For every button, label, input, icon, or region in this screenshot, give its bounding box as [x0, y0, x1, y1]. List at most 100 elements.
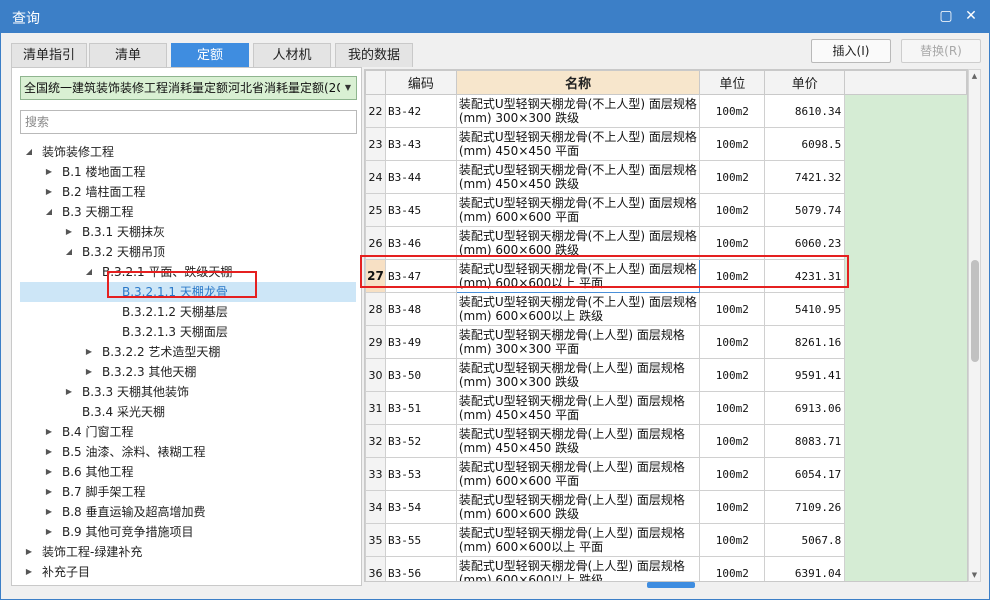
quota-code[interactable]: B3-52	[384, 424, 457, 458]
collapse-arrow-icon[interactable]: ▶	[84, 362, 94, 382]
tree-node[interactable]: ◢ B.3.2 天棚吊顶	[12, 242, 361, 262]
tree-node[interactable]: B.3.4 采光天棚	[12, 402, 361, 422]
quota-name[interactable]: 装配式U型轻钢天棚龙骨(上人型) 面层规格(mm) 300×300 跌级	[455, 358, 701, 392]
tree-node[interactable]: ▶ B.3.3 天棚其他装饰	[12, 382, 361, 402]
tree-node[interactable]: ▶ B.4 门窗工程	[12, 422, 361, 442]
tab-bill-guide[interactable]: 清单指引	[11, 43, 87, 67]
quota-code[interactable]: B3-55	[384, 523, 457, 557]
quota-code[interactable]: B3-50	[384, 358, 457, 392]
row-index[interactable]: 24	[365, 160, 386, 194]
quota-unit[interactable]: 100m2	[699, 391, 766, 425]
table-row[interactable]: 22 B3-42 装配式U型轻钢天棚龙骨(不上人型) 面层规格(mm) 300×30…	[365, 94, 967, 128]
price-column-header[interactable]: 单价	[764, 70, 846, 95]
quota-code[interactable]: B3-56	[384, 556, 457, 581]
quota-unit[interactable]: 100m2	[699, 127, 766, 161]
quota-name[interactable]: 装配式U型轻钢天棚龙骨(上人型) 面层规格(mm) 300×300 平面	[455, 325, 701, 359]
tree-node[interactable]: ▶ B.2 墙柱面工程	[12, 182, 361, 202]
collapse-arrow-icon[interactable]: ▶	[44, 522, 54, 542]
tree-node[interactable]: ▶ 装饰工程-绿建补充	[12, 542, 361, 562]
quota-name[interactable]: 装配式U型轻钢天棚龙骨(上人型) 面层规格(mm) 600×600 跌级	[455, 490, 701, 524]
tree-node[interactable]: ▶ B.7 脚手架工程	[12, 482, 361, 502]
quota-price[interactable]: 5067.8	[764, 523, 846, 557]
quota-library-select[interactable]: 全国统一建筑装饰装修工程消耗量定额河北省消耗量定额(20 ▼	[20, 76, 357, 100]
replace-button[interactable]: 替换(R)	[901, 39, 981, 63]
tab-bill[interactable]: 清单	[89, 43, 167, 67]
quota-price[interactable]: 6913.06	[764, 391, 846, 425]
quota-unit[interactable]: 100m2	[699, 358, 766, 392]
row-index[interactable]: 23	[365, 127, 386, 161]
row-index[interactable]: 36	[365, 556, 386, 581]
scroll-up-icon[interactable]: ▲	[969, 70, 980, 82]
code-column-header[interactable]: 编码	[384, 70, 457, 95]
tree-node[interactable]: B.3.2.1.2 天棚基层	[12, 302, 361, 322]
quota-price[interactable]: 7109.26	[764, 490, 846, 524]
expand-arrow-icon[interactable]: ◢	[84, 262, 94, 282]
close-icon[interactable]: ✕	[961, 6, 981, 26]
table-row[interactable]: 31 B3-51 装配式U型轻钢天棚龙骨(上人型) 面层规格(mm) 450×450…	[365, 391, 967, 425]
row-index[interactable]: 33	[365, 457, 386, 491]
row-index[interactable]: 28	[365, 292, 386, 326]
quota-code[interactable]: B3-44	[384, 160, 457, 194]
quota-name[interactable]: 装配式U型轻钢天棚龙骨(不上人型) 面层规格(mm) 600×600以上 跌级	[455, 292, 701, 326]
quota-name[interactable]: 装配式U型轻钢天棚龙骨(上人型) 面层规格(mm) 600×600 平面	[455, 457, 701, 491]
quota-code[interactable]: B3-54	[384, 490, 457, 524]
quota-price[interactable]: 8261.16	[764, 325, 846, 359]
row-index[interactable]: 32	[365, 424, 386, 458]
tree-node[interactable]: ▶ B.3.1 天棚抹灰	[12, 222, 361, 242]
collapse-arrow-icon[interactable]: ▶	[24, 542, 34, 562]
quota-unit[interactable]: 100m2	[699, 325, 766, 359]
quota-unit[interactable]: 100m2	[699, 556, 766, 581]
table-row[interactable]: 35 B3-55 装配式U型轻钢天棚龙骨(上人型) 面层规格(mm) 600×600…	[365, 523, 967, 557]
quota-name[interactable]: 装配式U型轻钢天棚龙骨(上人型) 面层规格(mm) 600×600以上 跌级	[455, 556, 701, 581]
collapse-arrow-icon[interactable]: ▶	[44, 502, 54, 522]
tree-node[interactable]: ▶ B.3.2.3 其他天棚	[12, 362, 361, 382]
table-row[interactable]: 36 B3-56 装配式U型轻钢天棚龙骨(上人型) 面层规格(mm) 600×600…	[365, 556, 967, 581]
quota-price[interactable]: 6054.17	[764, 457, 846, 491]
collapse-arrow-icon[interactable]: ▶	[84, 342, 94, 362]
quota-name[interactable]: 装配式U型轻钢天棚龙骨(不上人型) 面层规格(mm) 600×600 平面	[455, 193, 701, 227]
chevron-down-icon[interactable]: ▼	[340, 77, 356, 99]
quota-unit[interactable]: 100m2	[699, 457, 766, 491]
quota-code[interactable]: B3-45	[384, 193, 457, 227]
restore-icon[interactable]: ▢	[936, 6, 956, 26]
quota-code[interactable]: B3-51	[384, 391, 457, 425]
scroll-down-icon[interactable]: ▼	[969, 569, 980, 581]
expand-arrow-icon[interactable]: ◢	[24, 142, 34, 162]
quota-unit[interactable]: 100m2	[699, 193, 766, 227]
table-row[interactable]: 33 B3-53 装配式U型轻钢天棚龙骨(上人型) 面层规格(mm) 600×600…	[365, 457, 967, 491]
quota-price[interactable]: 6391.04	[764, 556, 846, 581]
quota-unit[interactable]: 100m2	[699, 490, 766, 524]
quota-price[interactable]: 5410.95	[764, 292, 846, 326]
quota-code[interactable]: B3-53	[384, 457, 457, 491]
table-row[interactable]: 24 B3-44 装配式U型轻钢天棚龙骨(不上人型) 面层规格(mm) 450×45…	[365, 160, 967, 194]
quota-name[interactable]: 装配式U型轻钢天棚龙骨(不上人型) 面层规格(mm) 450×450 平面	[455, 127, 701, 161]
tree-node[interactable]: ◢ B.3 天棚工程	[12, 202, 361, 222]
splitter-handle[interactable]	[647, 582, 695, 588]
quota-name[interactable]: 装配式U型轻钢天棚龙骨(上人型) 面层规格(mm) 600×600以上 平面	[455, 523, 701, 557]
quota-price[interactable]: 8083.71	[764, 424, 846, 458]
quota-price[interactable]: 5079.74	[764, 193, 846, 227]
tree-node[interactable]: ▶ 补充子目	[12, 562, 361, 582]
name-column-header[interactable]: 名称	[455, 70, 701, 95]
quota-price[interactable]: 6098.5	[764, 127, 846, 161]
tree-node[interactable]: ▶ B.3.2.2 艺术造型天棚	[12, 342, 361, 362]
table-row[interactable]: 30 B3-50 装配式U型轻钢天棚龙骨(上人型) 面层规格(mm) 300×300…	[365, 358, 967, 392]
collapse-arrow-icon[interactable]: ▶	[64, 222, 74, 242]
table-row[interactable]: 34 B3-54 装配式U型轻钢天棚龙骨(上人型) 面层规格(mm) 600×600…	[365, 490, 967, 524]
expand-arrow-icon[interactable]: ◢	[64, 242, 74, 262]
grid-scrollbar[interactable]: ▲ ▼	[968, 69, 981, 582]
collapse-arrow-icon[interactable]: ▶	[64, 382, 74, 402]
collapse-arrow-icon[interactable]: ▶	[44, 162, 54, 182]
table-row[interactable]: 32 B3-52 装配式U型轻钢天棚龙骨(上人型) 面层规格(mm) 450×450…	[365, 424, 967, 458]
collapse-arrow-icon[interactable]: ▶	[24, 562, 34, 582]
quota-price[interactable]: 9591.41	[764, 358, 846, 392]
tab-quota[interactable]: 定额	[171, 43, 249, 67]
collapse-arrow-icon[interactable]: ▶	[44, 422, 54, 442]
table-row[interactable]: 29 B3-49 装配式U型轻钢天棚龙骨(上人型) 面层规格(mm) 300×300…	[365, 325, 967, 359]
search-input[interactable]	[20, 110, 357, 134]
quota-code[interactable]: B3-42	[384, 94, 457, 128]
quota-code[interactable]: B3-49	[384, 325, 457, 359]
tab-my-data[interactable]: 我的数据	[335, 43, 413, 67]
tree-node[interactable]: ▶ B.5 油漆、涂料、裱糊工程	[12, 442, 361, 462]
quota-name[interactable]: 装配式U型轻钢天棚龙骨(上人型) 面层规格(mm) 450×450 跌级	[455, 424, 701, 458]
